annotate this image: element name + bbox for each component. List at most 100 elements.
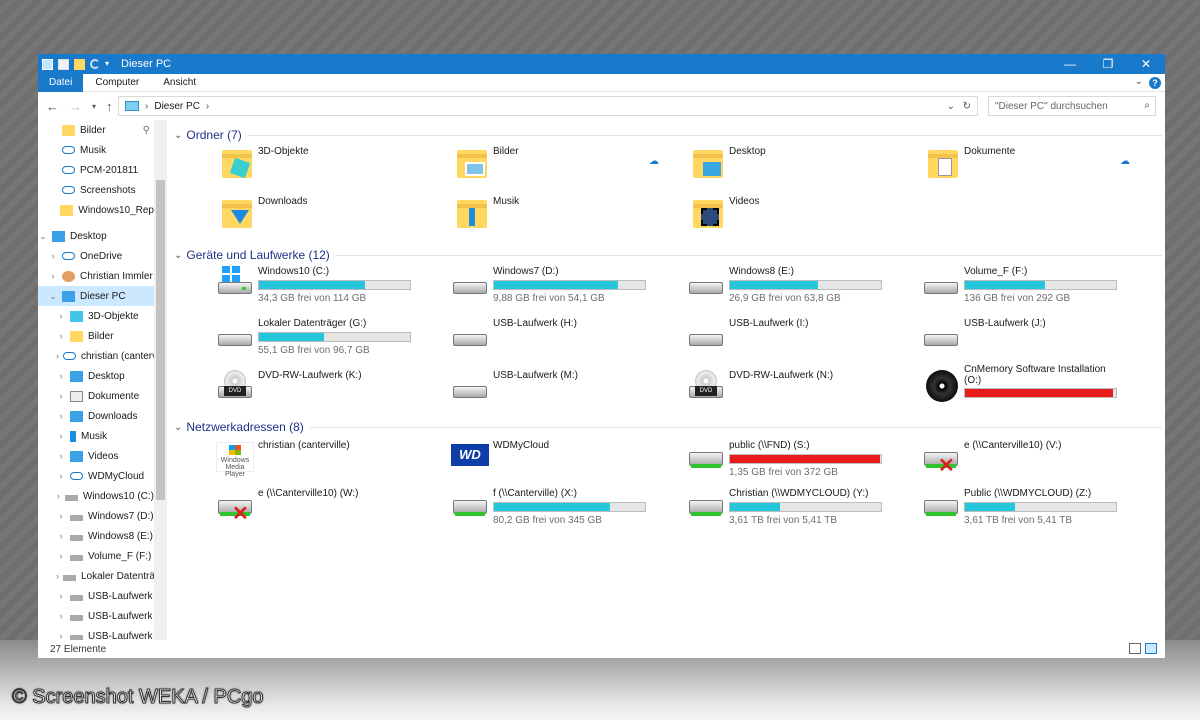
folder-tile[interactable]: Desktop <box>687 144 917 190</box>
sidebar-item[interactable]: › christian (canterville) <box>38 346 154 366</box>
tab-computer[interactable]: Computer <box>83 74 151 92</box>
drive-tile[interactable]: USB-Laufwerk (I:) <box>687 316 917 362</box>
details-view-icon[interactable] <box>1129 643 1141 654</box>
maximize-button[interactable]: ❐ <box>1089 54 1127 74</box>
sidebar-item[interactable]: PCM-201811 <box>38 160 154 180</box>
sidebar-item[interactable]: › Volume_F (F:) <box>38 546 154 566</box>
network-location-tile[interactable]: WD WDMyCloud <box>451 438 681 484</box>
expand-chevron-icon[interactable]: ⌄ <box>38 231 48 242</box>
recent-locations-icon[interactable]: ▾ <box>92 102 96 111</box>
drive-tile[interactable]: CnMemory Software Installation (O:) <box>922 364 1152 414</box>
expand-chevron-icon[interactable]: › <box>56 431 66 441</box>
address-dropdown-icon[interactable]: ⌄ <box>947 101 955 112</box>
expand-chevron-icon[interactable]: › <box>56 311 66 321</box>
sidebar-item[interactable]: › WDMyCloud <box>38 466 154 486</box>
expand-chevron-icon[interactable]: › <box>56 551 66 561</box>
close-button[interactable]: ✕ <box>1127 54 1165 74</box>
sidebar-item[interactable]: › Windows7 (D:) <box>38 506 154 526</box>
sidebar-item[interactable]: Bilder ⚲ <box>38 120 154 140</box>
network-location-tile[interactable]: ✕ e (\\Canterville10) (V:) <box>922 438 1152 484</box>
expand-chevron-icon[interactable]: › <box>48 251 58 261</box>
sidebar-item[interactable]: › Downloads <box>38 406 154 426</box>
expand-chevron-icon[interactable]: › <box>56 511 66 521</box>
sidebar-item[interactable]: Windows10_Rep <box>38 200 154 220</box>
sidebar-item[interactable]: › OneDrive <box>38 246 154 266</box>
expand-chevron-icon[interactable]: › <box>48 271 58 281</box>
network-location-tile[interactable]: Windows Media Player christian (cantervil… <box>216 438 446 484</box>
expand-chevron-icon[interactable]: › <box>56 331 66 341</box>
minimize-button[interactable]: — <box>1051 54 1089 74</box>
sidebar-item[interactable]: › Bilder <box>38 326 154 346</box>
sidebar-item[interactable]: › USB-Laufwerk <box>38 606 154 626</box>
scrollbar-thumb[interactable] <box>156 180 165 500</box>
section-header-folders[interactable]: ⌄ Ordner (7) <box>174 128 1162 142</box>
collapse-chevron-icon[interactable]: ⌄ <box>174 130 182 141</box>
collapse-chevron-icon[interactable]: ⌄ <box>174 250 182 261</box>
expand-chevron-icon[interactable]: › <box>56 631 66 640</box>
sidebar-item[interactable]: › Lokaler Datenträger (G:) <box>38 566 154 586</box>
expand-chevron-icon[interactable]: › <box>56 531 66 541</box>
expand-chevron-icon[interactable]: › <box>56 611 66 621</box>
sidebar-item[interactable]: › USB-Laufwerk <box>38 626 154 640</box>
expand-chevron-icon[interactable]: › <box>56 491 61 501</box>
sidebar-item[interactable]: › Musik <box>38 426 154 446</box>
large-icons-view-icon[interactable] <box>1145 643 1157 654</box>
tab-ansicht[interactable]: Ansicht <box>151 74 208 92</box>
expand-ribbon-icon[interactable]: ⌄ <box>1135 76 1143 87</box>
sidebar-item[interactable]: › Videos <box>38 446 154 466</box>
refresh-icon[interactable]: ↻ <box>963 101 971 112</box>
collapse-chevron-icon[interactable]: ⌄ <box>174 422 182 433</box>
sidebar-item[interactable]: › 3D-Objekte <box>38 306 154 326</box>
network-location-tile[interactable]: public (\\FND) (S:) 1,35 GB frei von 372 … <box>687 438 917 484</box>
drive-tile[interactable]: USB-Laufwerk (H:) <box>451 316 681 362</box>
network-location-tile[interactable]: ✕ e (\\Canterville10) (W:) <box>216 486 446 532</box>
sidebar-item[interactable]: › Windows10 (C:) <box>38 486 154 506</box>
expand-chevron-icon[interactable]: › <box>56 411 66 421</box>
sidebar-item[interactable]: Screenshots <box>38 180 154 200</box>
drive-tile[interactable]: USB-Laufwerk (M:) <box>451 368 681 414</box>
expand-chevron-icon[interactable]: › <box>56 451 66 461</box>
sidebar-item[interactable]: › Desktop <box>38 366 154 386</box>
breadcrumb-dieser-pc[interactable]: Dieser PC <box>154 101 200 112</box>
customize-toolbar-icon[interactable]: ▾ <box>105 59 113 70</box>
sidebar-item[interactable]: ⌄ Desktop <box>38 226 154 246</box>
sidebar-item[interactable]: › USB-Laufwerk <box>38 586 154 606</box>
new-folder-icon[interactable] <box>74 58 85 70</box>
expand-chevron-icon[interactable]: › <box>56 571 59 581</box>
search-input[interactable]: "Dieser PC" durchsuchen ⌕ <box>988 96 1156 116</box>
drive-tile[interactable]: Windows10 (C:) 34,3 GB frei von 114 GB <box>216 264 446 310</box>
network-location-tile[interactable]: Public (\\WDMYCLOUD) (Z:) 3,61 TB frei vo… <box>922 486 1152 532</box>
address-box[interactable]: › Dieser PC › ⌄ ↻ <box>118 96 978 116</box>
sidebar-item[interactable]: › Christian Immler <box>38 266 154 286</box>
folder-tile[interactable]: Downloads <box>216 194 446 240</box>
undo-icon[interactable] <box>90 59 100 69</box>
network-location-tile[interactable]: Christian (\\WDMYCLOUD) (Y:) 3,61 TB frei… <box>687 486 917 532</box>
sidebar-item[interactable]: ⌄ Dieser PC <box>38 286 154 306</box>
expand-chevron-icon[interactable]: › <box>56 351 59 361</box>
expand-chevron-icon[interactable]: › <box>56 391 66 401</box>
properties-icon[interactable] <box>58 58 69 70</box>
help-icon[interactable]: ? <box>1149 77 1161 89</box>
drive-tile[interactable]: Windows8 (E:) 26,9 GB frei von 63,8 GB <box>687 264 917 310</box>
drive-tile[interactable]: USB-Laufwerk (J:) <box>922 316 1152 362</box>
expand-chevron-icon[interactable]: › <box>56 591 66 601</box>
folder-tile[interactable]: Videos <box>687 194 917 240</box>
drive-tile[interactable]: Lokaler Datenträger (G:) 55,1 GB frei von… <box>216 316 446 362</box>
back-arrow-icon[interactable]: ← <box>46 99 59 114</box>
tab-datei[interactable]: Datei <box>38 73 84 92</box>
expand-chevron-icon[interactable]: › <box>56 471 66 481</box>
folder-tile[interactable]: 3D-Objekte <box>216 144 446 190</box>
network-location-tile[interactable]: f (\\Canterville) (X:) 80,2 GB frei von 3… <box>451 486 681 532</box>
folder-tile[interactable]: Bilder ☁ <box>451 144 681 190</box>
drive-tile[interactable]: Windows7 (D:) 9,88 GB frei von 54,1 GB <box>451 264 681 310</box>
drive-tile[interactable]: DVD DVD-RW-Laufwerk (N:) <box>687 368 917 414</box>
sidebar-item[interactable]: Musik <box>38 140 154 160</box>
sidebar-item[interactable]: › Dokumente <box>38 386 154 406</box>
folder-tile[interactable]: Musik <box>451 194 681 240</box>
expand-chevron-icon[interactable]: › <box>56 371 66 381</box>
forward-arrow-icon[interactable]: → <box>69 99 82 114</box>
folder-tile[interactable]: Dokumente ☁ <box>922 144 1152 190</box>
sidebar-item[interactable]: › Windows8 (E:) <box>38 526 154 546</box>
up-arrow-icon[interactable]: ↑ <box>106 99 113 114</box>
expand-chevron-icon[interactable]: ⌄ <box>48 291 58 302</box>
